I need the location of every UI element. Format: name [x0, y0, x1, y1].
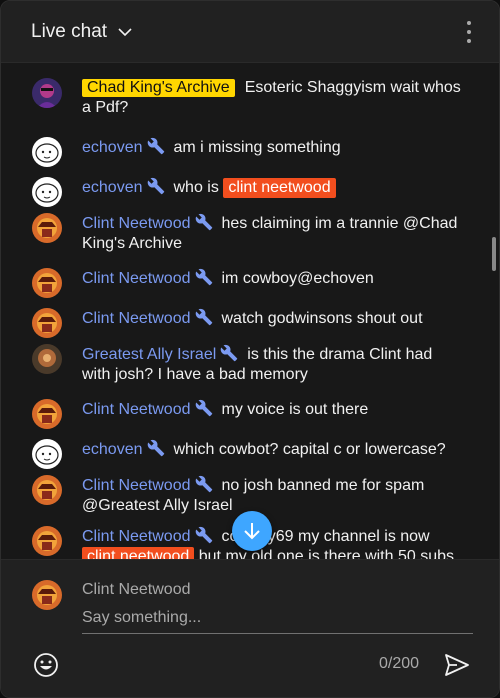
chat-message: Clint Neetwood hes claiming im a trannie …: [1, 213, 481, 254]
avatar[interactable]: [32, 137, 62, 167]
author-name[interactable]: Greatest Ally Israel: [82, 346, 216, 363]
chat-message-list[interactable]: Chad King's Archive Esoteric Shaggyism wa…: [1, 63, 499, 559]
author-name[interactable]: Clint Neetwood: [82, 310, 191, 327]
message-text: im cowboy@echoven: [221, 270, 374, 287]
wrench-icon: [195, 475, 212, 493]
chat-message: echoven which cowbot? capital c or lowerc…: [1, 439, 481, 469]
author-name[interactable]: Clint Neetwood: [82, 477, 191, 494]
chevron-down-icon: [118, 27, 132, 36]
chat-message: echoven who is clint neetwood: [1, 177, 481, 207]
mention-chip[interactable]: clint neetwood: [223, 178, 336, 198]
wrench-icon: [195, 268, 212, 286]
emoji-icon[interactable]: [33, 652, 59, 678]
author-name[interactable]: Chad King's Archive: [82, 79, 235, 97]
avatar: [32, 580, 62, 610]
author-name[interactable]: Clint Neetwood: [82, 215, 191, 232]
message-text: but my old one is there with 50 subs: [198, 548, 454, 559]
avatar[interactable]: [32, 268, 62, 298]
author-name[interactable]: Clint Neetwood: [82, 401, 191, 418]
author-name[interactable]: Clint Neetwood: [82, 528, 191, 545]
chat-title: Live chat: [31, 20, 108, 42]
avatar[interactable]: [32, 475, 62, 505]
wrench-icon: [147, 137, 164, 155]
author-name[interactable]: echoven: [82, 139, 143, 156]
chat-message: Greatest Ally Israel is this the drama Cl…: [1, 344, 481, 385]
live-chat-panel: Live chat Chad King's Archive Esoteric Sh…: [0, 0, 500, 698]
chat-message: echoven am i missing something: [1, 137, 481, 167]
wrench-icon: [195, 399, 212, 417]
message-text: watch godwinsons shout out: [221, 310, 423, 327]
scroll-to-bottom-button[interactable]: [232, 511, 272, 551]
author-name[interactable]: echoven: [82, 441, 143, 458]
more-vert-icon[interactable]: [465, 21, 473, 43]
avatar[interactable]: [32, 526, 62, 556]
wrench-icon: [220, 344, 238, 362]
wrench-icon: [195, 213, 212, 231]
message-text: my voice is out there: [221, 401, 369, 418]
chat-header: Live chat: [1, 1, 499, 63]
scrollbar-thumb[interactable]: [492, 237, 496, 271]
arrow-down-icon: [244, 523, 260, 540]
author-name[interactable]: Clint Neetwood: [82, 270, 191, 287]
chat-message: Clint Neetwood im cowboy@echoven: [1, 268, 481, 298]
message-text: am i missing something: [173, 139, 341, 156]
avatar[interactable]: [32, 213, 62, 243]
avatar[interactable]: [32, 308, 62, 338]
message-text: which cowbot? capital c or lowercase?: [173, 441, 446, 458]
composer-username: Clint Neetwood: [82, 581, 191, 598]
mention-chip[interactable]: clint neetwood: [82, 547, 195, 559]
chat-composer: Clint Neetwood Say something... 0/200: [1, 559, 499, 697]
chat-mode-selector[interactable]: Live chat: [31, 21, 133, 43]
author-name[interactable]: echoven: [82, 179, 143, 196]
wrench-icon: [147, 177, 164, 195]
wrench-icon: [195, 526, 212, 544]
chat-message: Clint Neetwood no josh banned me for spam…: [1, 475, 481, 516]
chat-message: Chad King's Archive Esoteric Shaggyism wa…: [1, 78, 481, 118]
chat-message: Clint Neetwood watch godwinsons shout out: [1, 308, 481, 338]
character-counter: 0/200: [379, 655, 420, 672]
message-text: who is: [173, 179, 219, 196]
chat-input[interactable]: Say something...: [82, 608, 473, 634]
avatar[interactable]: [32, 78, 62, 108]
wrench-icon: [195, 308, 212, 326]
chat-message: Clint Neetwood my voice is out there: [1, 399, 481, 429]
avatar[interactable]: [32, 439, 62, 469]
wrench-icon: [147, 439, 164, 457]
avatar[interactable]: [32, 344, 62, 374]
avatar[interactable]: [32, 399, 62, 429]
send-icon[interactable]: [443, 652, 471, 678]
avatar[interactable]: [32, 177, 62, 207]
